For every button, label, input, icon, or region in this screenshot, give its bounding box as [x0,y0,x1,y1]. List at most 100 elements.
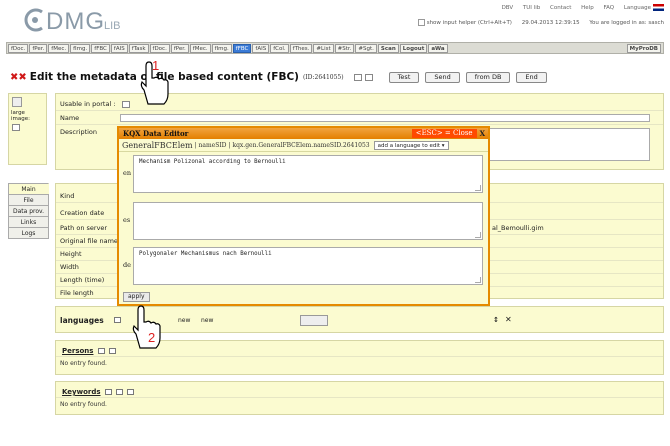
arrow-up-icon[interactable]: ↕ [493,316,499,324]
persons-list-icon[interactable] [97,348,105,354]
tab-logs[interactable]: Logs [8,227,49,239]
lang-row-de: de Polygonaler Mechanismus nach Bernoull… [122,246,484,285]
delete-x-icon[interactable]: ✕ [505,315,512,324]
step-2-label: 2 [148,330,156,345]
keywords-label[interactable]: Keywords [62,388,101,396]
top-link-tuilib[interactable]: TUI lib [523,5,540,11]
main-toolbar: fDoc. fPer. fMec. fImg. fFBC fAIS fTask fDoc. fP… [6,42,664,54]
usable-checkbox[interactable] [122,101,130,108]
height-label: Height [60,250,82,258]
send-button[interactable]: Send [425,71,460,83]
top-link-faq[interactable]: FAQ [603,5,614,11]
pointer-hand-2-icon: 2 [126,304,166,352]
usable-label: Usable in portal : [60,100,116,108]
toolbar-item-3[interactable]: fImg. [70,43,91,53]
element-class-name: GeneralFBCElem [122,140,193,150]
keywords-sort-icon[interactable] [127,389,135,395]
logo-subtext: LIB [104,20,121,32]
toolbar-item-16[interactable]: #Str. [334,43,355,53]
toolbar-item-14[interactable]: fThes. [289,43,313,53]
esc-close-hint[interactable]: <ESC> = Close [411,129,477,138]
add-language-dropdown[interactable]: add a language to edit ▾ [373,140,449,150]
toolbar-item-18[interactable]: Scan [377,43,399,53]
length-time-label: Length (time) [60,276,105,284]
toolbar-item-6[interactable]: fTask [128,43,149,53]
persons-add-icon[interactable] [108,348,116,354]
languages-label: languages [60,316,104,325]
description-label: Description [60,128,98,136]
toolbar-item-12[interactable]: fAIS [252,43,270,53]
width-label: Width [60,263,79,271]
large-image-checkbox[interactable] [12,124,20,131]
small-toggle-1[interactable] [353,73,362,81]
name-row: Name [56,112,663,125]
large-image-label: large image: [11,110,30,122]
top-link-dbv[interactable]: DBV [502,5,514,11]
from-db-button[interactable]: from DB [465,71,511,83]
logo-mark-icon [24,8,43,32]
lang-row-en: en Mechanism Polizonal according to Bern… [122,154,484,193]
persons-label[interactable]: Persons [62,347,93,355]
dialog-title: KQX Data Editor [123,129,189,138]
toolbar-item-9[interactable]: fMec. [189,43,211,53]
toolbar-item-2[interactable]: fMec. [48,43,70,53]
logged-in-user: You are logged in as: sasch [589,20,664,26]
text-de-textarea[interactable]: Polygonaler Mechanismus nach Bernoulli [133,247,483,285]
toolbar-item-10[interactable]: fImg. [211,43,232,53]
toolbar-item-15[interactable]: #List [313,43,334,53]
file-length-label: File length [60,289,94,297]
lang-code-es: es [123,216,131,224]
text-es-textarea[interactable] [133,202,483,240]
image-thumbnail[interactable] [12,97,22,107]
top-link-help[interactable]: Help [581,5,594,11]
keywords-add-icon[interactable] [116,389,123,395]
dmg-lib-logo[interactable]: DMG LIB [8,6,138,35]
language-select[interactable] [300,315,328,326]
current-date: 29.04.2013 12:39:15 [521,20,580,26]
lang-row-es: es [122,201,484,240]
toolbar-item-19[interactable]: Logout [399,43,428,53]
logo-text: DMG [46,8,105,35]
side-tabs: Main File Data prov. Links Logs [8,183,49,239]
dialog-header: KQX Data Editor <ESC> = Close X [119,128,488,139]
toolbar-item-17[interactable]: #Sgt. [355,43,377,53]
record-id: (ID:2641055) [302,73,344,81]
small-toggle-2[interactable] [364,73,373,81]
title-row: ✖✖ Edit the metadata of file based conte… [10,69,547,85]
top-link-language[interactable]: Language [624,5,651,11]
test-button[interactable]: Test [388,71,420,83]
toolbar-item-7[interactable]: fDoc. [149,43,170,53]
image-panel: large image: [8,93,47,165]
close-x-icon[interactable]: ✖✖ [10,72,27,83]
toolbar-item-11[interactable]: fFBC [232,43,252,53]
apply-button[interactable]: apply [123,292,150,302]
step-1-label: 1 [152,58,160,73]
toolbar-item-4[interactable]: fFBC [91,43,110,53]
keywords-empty-text: No entry found. [60,401,107,408]
uk-flag-icon[interactable] [653,4,664,11]
top-link-contact[interactable]: Contact [550,5,571,11]
path-label: Path on server [60,224,108,232]
toolbar-item-0[interactable]: fDoc. [8,43,29,53]
dialog-close-button[interactable]: X [480,129,485,138]
toolbar-item-20[interactable]: aWa [428,43,448,53]
toolbar-item-13[interactable]: fCol. [270,43,289,53]
path-value: al_Bemoulli.gim [492,224,544,232]
element-id: kqx.gen.GeneralFBCElem.nameSID.2641053 [232,141,370,149]
my-pro-db-link[interactable]: MyProDB [626,43,661,53]
chevron-down-icon: ▾ [441,142,445,149]
end-button[interactable]: End [516,71,547,83]
input-helper-checkbox[interactable] [417,19,425,26]
languages-add-icon[interactable] [114,317,121,323]
toolbar-item-5[interactable]: fAIS [110,43,128,53]
status-line: show input helper (Ctrl+Alt+T) 29.04.201… [417,19,664,26]
toolbar-item-1[interactable]: fPer. [29,43,48,53]
tab-data-prov[interactable]: Data prov. [8,205,49,217]
language-new-2: new [201,317,214,324]
toolbar-item-8[interactable]: fPer. [170,43,189,53]
lang-code-de: de [123,261,132,269]
text-en-textarea[interactable]: Mechanism Polizonal according to Bernoul… [133,155,483,193]
name-input[interactable] [120,114,650,122]
keywords-list-icon[interactable] [104,389,112,395]
name-label: Name [60,114,80,122]
